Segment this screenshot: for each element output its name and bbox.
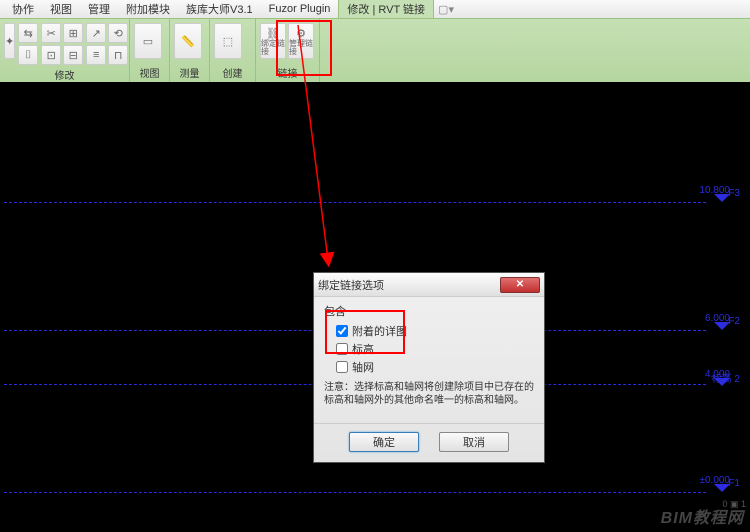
menu-modify-rvt-link[interactable]: 修改 | RVT 链接 xyxy=(338,0,434,20)
menu-view[interactable]: 视图 xyxy=(42,0,80,19)
tool-icon[interactable]: ≡ xyxy=(86,45,106,65)
menu-collaborate[interactable]: 协作 xyxy=(4,0,42,19)
panel-label: 测量 xyxy=(174,63,205,82)
checkbox[interactable] xyxy=(336,361,348,373)
close-icon[interactable]: ✕ xyxy=(500,277,540,293)
checkbox[interactable] xyxy=(336,325,348,337)
dialog-titlebar[interactable]: 绑定链接选项 ✕ xyxy=(314,273,544,297)
bind-link-options-dialog: 绑定链接选项 ✕ 包含 附着的详图 标高 轴网 注意：选择标高和轴网将创建除项目… xyxy=(313,272,545,463)
menu-family-master[interactable]: 族库大师V3.1 xyxy=(178,0,261,19)
level-name: F1 xyxy=(728,478,740,489)
level-marker[interactable]: ±0.000F1 xyxy=(720,478,740,489)
check-grids[interactable]: 轴网 xyxy=(336,359,534,375)
ribbon: ✦ ⇆ ⌷ ✂ ⊞ ⊡ ⊟ ↗ ⟲ ≡ ⊓ 修改 ▭ 视图 📏 测量 xyxy=(0,18,750,82)
level-triangle-icon xyxy=(714,322,730,330)
ribbon-panel-modify: ✦ ⇆ ⌷ ✂ ⊞ ⊡ ⊟ ↗ ⟲ ≡ ⊓ 修改 xyxy=(0,19,130,82)
tool-icon[interactable]: ⊞ xyxy=(63,23,83,43)
tool-icon[interactable]: ⊓ xyxy=(108,45,128,65)
tool-icon[interactable]: ✂ xyxy=(41,23,61,43)
check-attached-details[interactable]: 附着的详图 xyxy=(336,323,534,339)
check-label: 附着的详图 xyxy=(352,323,407,339)
dialog-note: 注意：选择标高和轴网将创建除项目中已存在的标高和轴网外的其他命名唯一的标高和轴网… xyxy=(324,381,534,407)
level-triangle-icon xyxy=(714,484,730,492)
check-levels[interactable]: 标高 xyxy=(336,341,534,357)
checkbox-group: 附着的详图 标高 轴网 xyxy=(324,323,534,375)
level-triangle-icon xyxy=(714,194,730,202)
level-triangle-icon xyxy=(714,378,730,386)
tool-icon[interactable]: ⇆ xyxy=(18,23,38,43)
check-label: 标高 xyxy=(352,341,374,357)
tab-close-icon[interactable]: ▢▾ xyxy=(438,3,454,16)
cancel-button[interactable]: 取消 xyxy=(439,432,509,452)
watermark: BIM教程网 xyxy=(661,504,744,528)
menu-addins[interactable]: 附加模块 xyxy=(118,0,178,19)
tool-icon[interactable]: ⊡ xyxy=(41,45,61,65)
tool-view-icon[interactable]: ▭ xyxy=(134,23,162,59)
level-name: F2 xyxy=(728,316,740,327)
group-label-include: 包含 xyxy=(324,303,534,319)
tool-measure-icon[interactable]: 📏 xyxy=(174,23,202,59)
tool-icon[interactable]: ⌷ xyxy=(18,45,38,65)
check-label: 轴网 xyxy=(352,359,374,375)
ribbon-panel-create: ⬚ 创建 xyxy=(210,19,256,82)
level-marker[interactable]: 4.000标高 2 xyxy=(704,370,740,385)
checkbox[interactable] xyxy=(336,343,348,355)
tool-create-icon[interactable]: ⬚ xyxy=(214,23,242,59)
panel-label: 链接 xyxy=(260,63,315,82)
menu-manage[interactable]: 管理 xyxy=(80,0,118,19)
ribbon-panel-view: ▭ 视图 xyxy=(130,19,170,82)
tool-modify-icon[interactable]: ✦ xyxy=(4,23,15,59)
ribbon-panel-link: ⛓绑定链接 ⚙管理链接 链接 xyxy=(256,19,320,82)
level-line xyxy=(4,492,706,493)
menu-fuzor[interactable]: Fuzor Plugin xyxy=(261,1,339,17)
level-marker[interactable]: 6.000F2 xyxy=(720,316,740,327)
manage-link-button[interactable]: ⚙管理链接 xyxy=(288,23,314,59)
tool-icon[interactable]: ⟲ xyxy=(108,23,128,43)
panel-label: 视图 xyxy=(134,63,165,82)
dialog-title: 绑定链接选项 xyxy=(318,277,500,293)
menu-bar: 协作 视图 管理 附加模块 族库大师V3.1 Fuzor Plugin 修改 |… xyxy=(0,0,750,18)
level-name: F3 xyxy=(728,188,740,199)
tool-icon[interactable]: ↗ xyxy=(86,23,106,43)
level-line xyxy=(4,202,706,203)
ribbon-panel-measure: 📏 测量 xyxy=(170,19,210,82)
bind-link-button[interactable]: ⛓绑定链接 xyxy=(260,23,286,59)
tool-icon[interactable]: ⊟ xyxy=(63,45,83,65)
ok-button[interactable]: 确定 xyxy=(349,432,419,452)
panel-label: 创建 xyxy=(214,63,251,82)
level-marker[interactable]: 10.800F3 xyxy=(720,188,740,199)
